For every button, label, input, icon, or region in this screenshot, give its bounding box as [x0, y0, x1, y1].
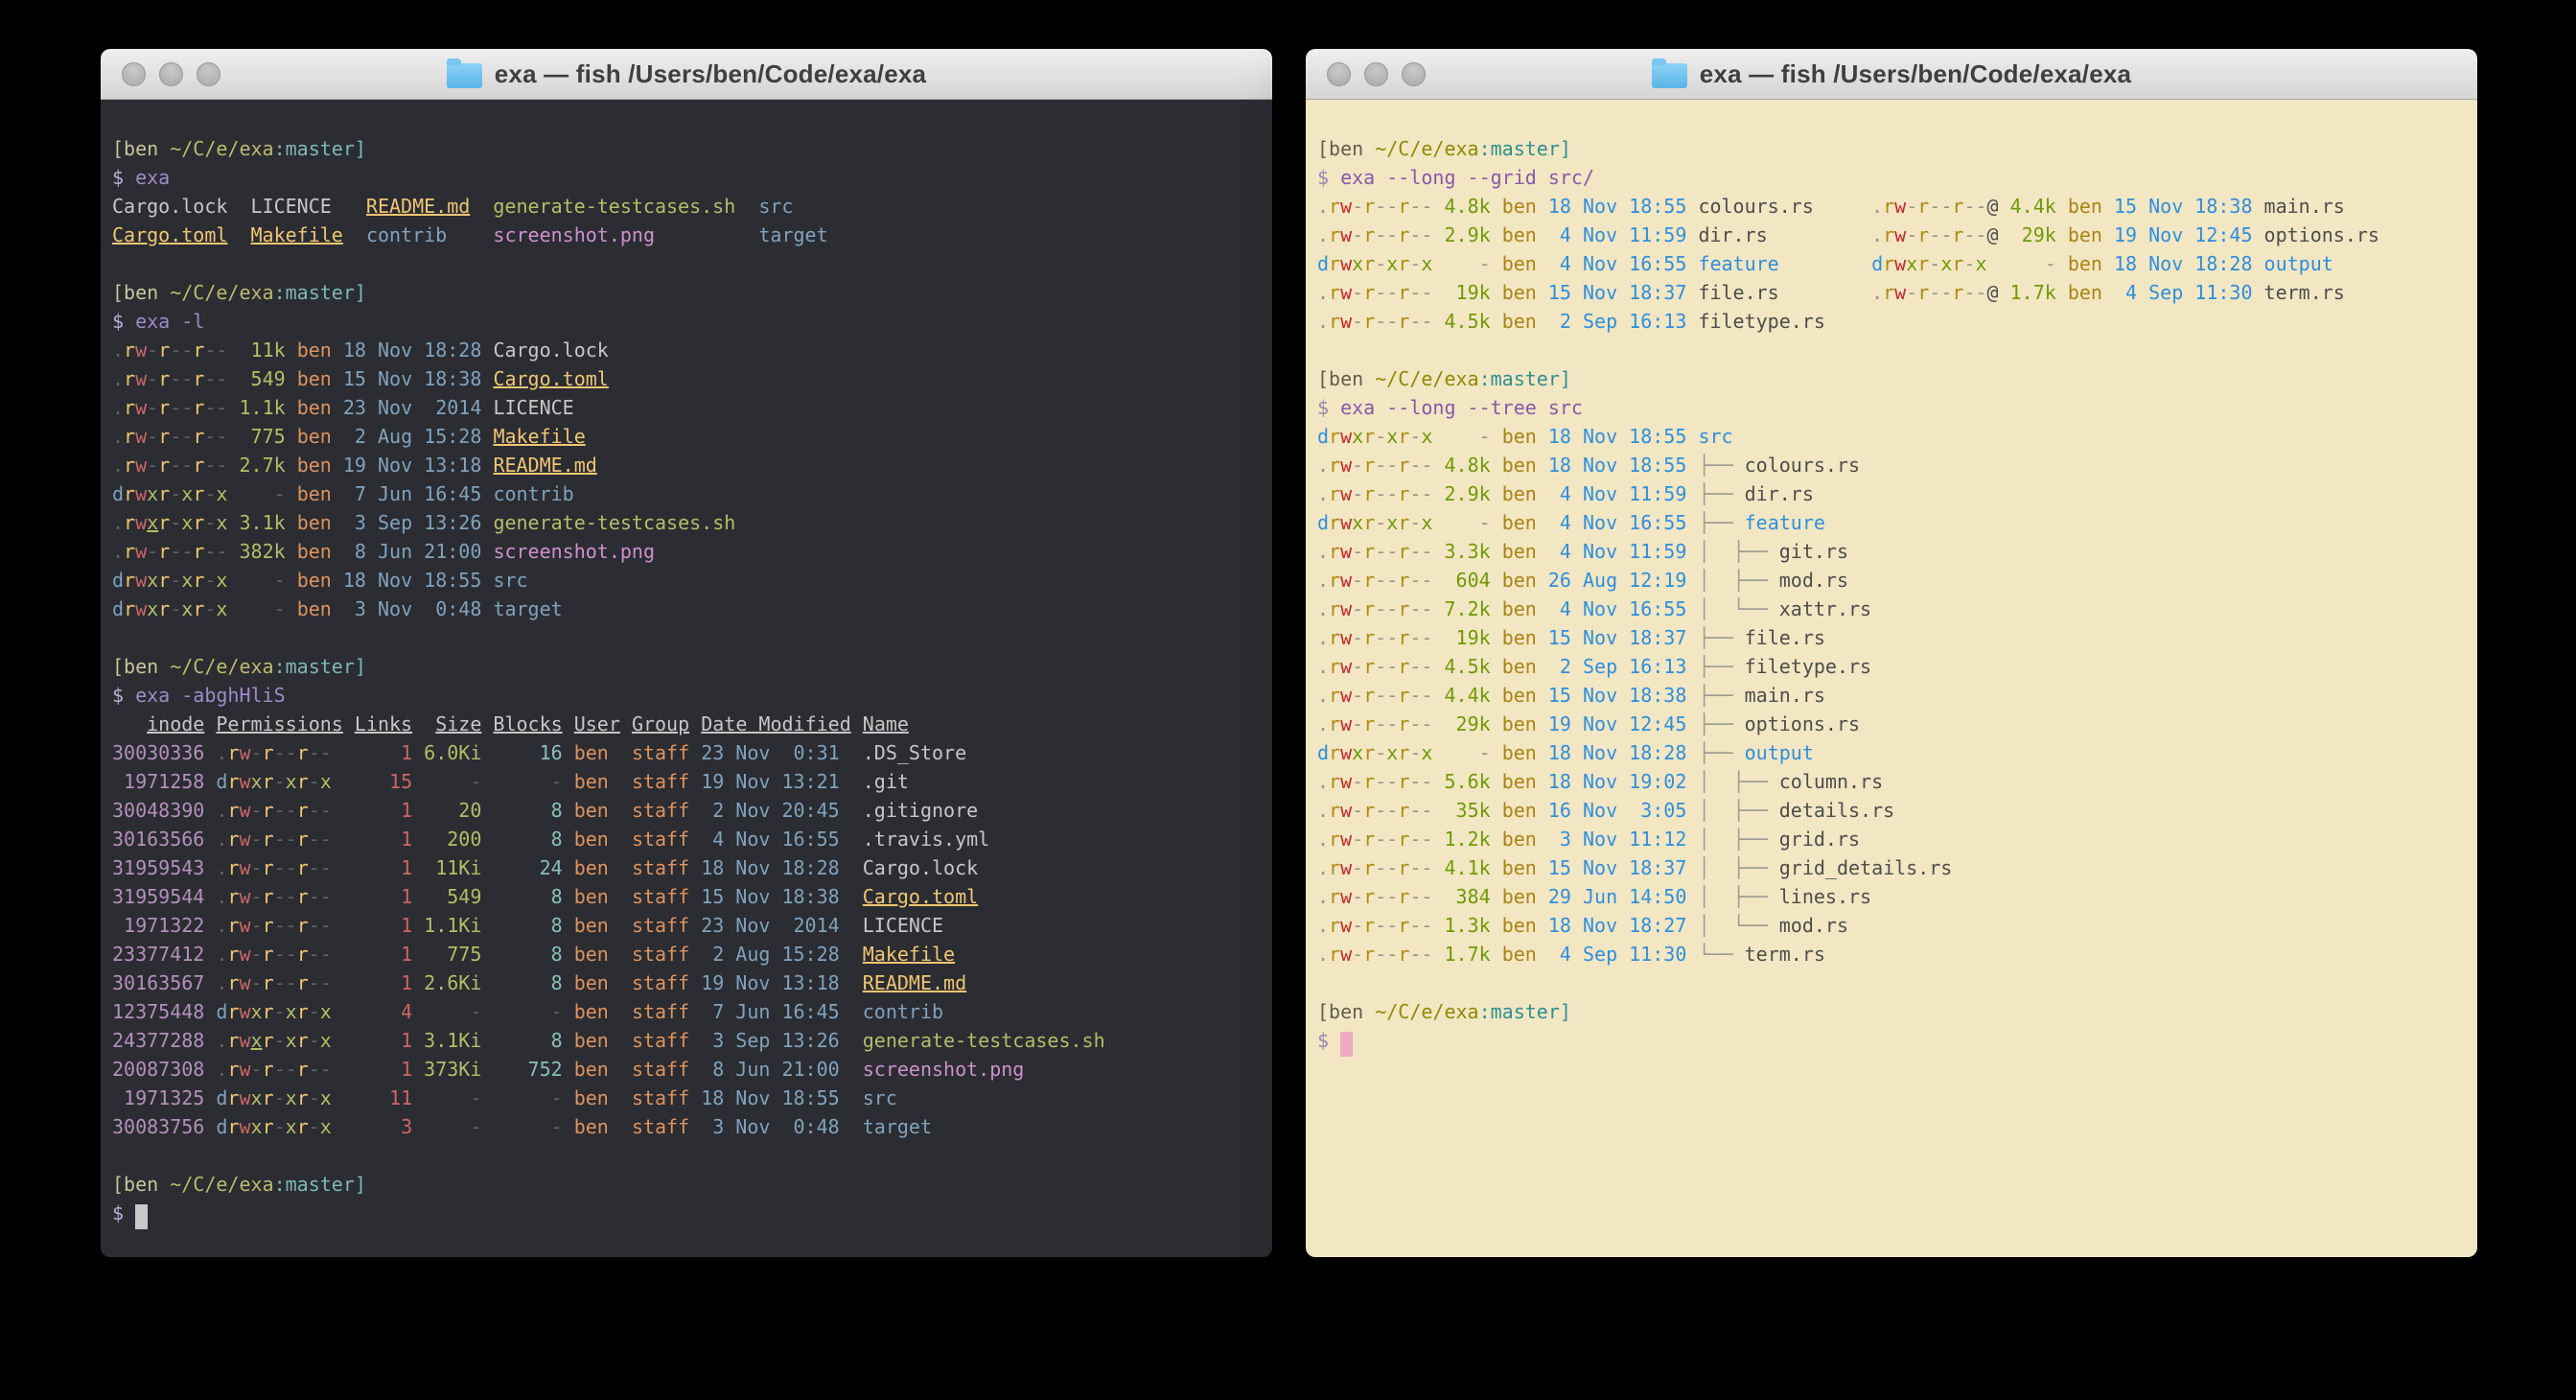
terminal-line: 12375448 drwxr-xr-x 4 - - ben staff 7 Ju…	[112, 997, 1272, 1026]
terminal-line: Cargo.lock LICENCE README.md generate-te…	[112, 192, 1272, 221]
terminal-line: [ben ~/C/e/exa:master]	[1317, 997, 2477, 1026]
terminal-cursor	[1340, 1032, 1353, 1057]
terminal-line	[112, 105, 1272, 134]
terminal-line: .rw-r--r-- 7.2k ben 4 Nov 16:55 │ └── xa…	[1317, 595, 2477, 623]
terminal-line: [ben ~/C/e/exa:master]	[112, 278, 1272, 307]
terminal-line: 23377412 .rw-r--r-- 1 775 8 ben staff 2 …	[112, 940, 1272, 968]
terminal-line: .rw-r--r-- 4.5k ben 2 Sep 16:13 filetype…	[1317, 307, 2477, 336]
terminal-line: .rwxr-xr-x 3.1k ben 3 Sep 13:26 generate…	[112, 508, 1272, 537]
window-title: exa — fish /Users/ben/Code/exa/exa	[1652, 59, 2131, 89]
terminal-line: .rw-r--r-- 384 ben 29 Jun 14:50 │ ├── li…	[1317, 882, 2477, 911]
terminal-line: .rw-r--r-- 382k ben 8 Jun 21:00 screensh…	[112, 537, 1272, 566]
terminal-line: 31959544 .rw-r--r-- 1 549 8 ben staff 15…	[112, 882, 1272, 911]
terminal-line: [ben ~/C/e/exa:master]	[1317, 134, 2477, 163]
terminal-line: Cargo.toml Makefile contrib screenshot.p…	[112, 221, 1272, 249]
zoom-button[interactable]	[197, 62, 220, 86]
folder-icon	[1652, 63, 1687, 88]
terminal-line: .rw-r--r-- 4.1k ben 15 Nov 18:37 │ ├── g…	[1317, 853, 2477, 882]
terminal-line: .rw-r--r-- 1.7k ben 4 Sep 11:30 └── term…	[1317, 940, 2477, 968]
folder-icon	[447, 63, 482, 88]
titlebar[interactable]: exa — fish /Users/ben/Code/exa/exa	[1306, 49, 2477, 100]
terminal-line: 30030336 .rw-r--r-- 1 6.0Ki 16 ben staff…	[112, 738, 1272, 767]
window-title-text: exa — fish /Users/ben/Code/exa/exa	[495, 59, 926, 89]
terminal-line: drwxr-xr-x - ben 4 Nov 16:55 feature drw…	[1317, 249, 2477, 278]
terminal-line: 20087308 .rw-r--r-- 1 373Ki 752 ben staf…	[112, 1055, 1272, 1084]
terminal-line: .rw-r--r-- 4.4k ben 15 Nov 18:38 ├── mai…	[1317, 681, 2477, 710]
terminal-line: inode Permissions Links Size Blocks User…	[112, 710, 1272, 738]
terminal-line: .rw-r--r-- 2.7k ben 19 Nov 13:18 README.…	[112, 451, 1272, 479]
terminal-line: $	[1317, 1026, 2477, 1055]
terminal-line: 24377288 .rwxr-xr-x 1 3.1Ki 8 ben staff …	[112, 1026, 1272, 1055]
terminal-line: .rw-r--r-- 2.9k ben 4 Nov 11:59 ├── dir.…	[1317, 479, 2477, 508]
terminal-line	[112, 1141, 1272, 1170]
terminal-line: .rw-r--r-- 2.9k ben 4 Nov 11:59 dir.rs .…	[1317, 221, 2477, 249]
terminal-line: .rw-r--r-- 5.6k ben 18 Nov 19:02 │ ├── c…	[1317, 767, 2477, 796]
desktop: { "colors": { "dark": { "bg":"#2b2d32", …	[0, 0, 2576, 1400]
terminal-line	[1317, 336, 2477, 364]
terminal-line: .rw-r--r-- 1.3k ben 18 Nov 18:27 │ └── m…	[1317, 911, 2477, 940]
terminal-line: 1971325 drwxr-xr-x 11 - - ben staff 18 N…	[112, 1084, 1272, 1112]
window-controls	[1327, 49, 1426, 99]
terminal-line: $ exa	[112, 163, 1272, 192]
terminal-line	[112, 623, 1272, 652]
close-button[interactable]	[122, 62, 146, 86]
terminal-line: .rw-r--r-- 4.8k ben 18 Nov 18:55 colours…	[1317, 192, 2477, 221]
terminal-content-dark[interactable]: [ben ~/C/e/exa:master]$ exaCargo.lock LI…	[101, 100, 1272, 1257]
terminal-line: .rw-r--r-- 775 ben 2 Aug 15:28 Makefile	[112, 422, 1272, 451]
window-controls	[122, 49, 220, 99]
titlebar[interactable]: exa — fish /Users/ben/Code/exa/exa	[101, 49, 1272, 100]
terminal-line: drwxr-xr-x - ben 18 Nov 18:55 src	[112, 566, 1272, 595]
terminal-line: .rw-r--r-- 1.1k ben 23 Nov 2014 LICENCE	[112, 393, 1272, 422]
terminal-line: .rw-r--r-- 549 ben 15 Nov 18:38 Cargo.to…	[112, 364, 1272, 393]
zoom-button[interactable]	[1402, 62, 1426, 86]
terminal-line: 30048390 .rw-r--r-- 1 20 8 ben staff 2 N…	[112, 796, 1272, 825]
terminal-line	[1317, 105, 2477, 134]
terminal-line: .rw-r--r-- 19k ben 15 Nov 18:37 ├── file…	[1317, 623, 2477, 652]
minimize-button[interactable]	[159, 62, 183, 86]
window-title-text: exa — fish /Users/ben/Code/exa/exa	[1700, 59, 2131, 89]
terminal-line: 1971322 .rw-r--r-- 1 1.1Ki 8 ben staff 2…	[112, 911, 1272, 940]
terminal-line: .rw-r--r-- 29k ben 19 Nov 12:45 ├── opti…	[1317, 710, 2477, 738]
terminal-line: $ exa -abghHliS	[112, 681, 1272, 710]
terminal-line: 31959543 .rw-r--r-- 1 11Ki 24 ben staff …	[112, 853, 1272, 882]
terminal-window-light: exa — fish /Users/ben/Code/exa/exa [ben …	[1306, 49, 2477, 1257]
terminal-line: [ben ~/C/e/exa:master]	[112, 134, 1272, 163]
terminal-line: 30083756 drwxr-xr-x 3 - - ben staff 3 No…	[112, 1112, 1272, 1141]
terminal-line: .rw-r--r-- 11k ben 18 Nov 18:28 Cargo.lo…	[112, 336, 1272, 364]
terminal-line: [ben ~/C/e/exa:master]	[1317, 364, 2477, 393]
terminal-line: 30163566 .rw-r--r-- 1 200 8 ben staff 4 …	[112, 825, 1272, 853]
terminal-line: .rw-r--r-- 604 ben 26 Aug 12:19 │ ├── mo…	[1317, 566, 2477, 595]
terminal-line: .rw-r--r-- 1.2k ben 3 Nov 11:12 │ ├── gr…	[1317, 825, 2477, 853]
terminal-line: $ exa --long --grid src/	[1317, 163, 2477, 192]
terminal-window-dark: exa — fish /Users/ben/Code/exa/exa [ben …	[101, 49, 1272, 1257]
terminal-line: 30163567 .rw-r--r-- 1 2.6Ki 8 ben staff …	[112, 968, 1272, 997]
terminal-line: [ben ~/C/e/exa:master]	[112, 1170, 1272, 1199]
terminal-content-light[interactable]: [ben ~/C/e/exa:master]$ exa --long --gri…	[1306, 100, 2477, 1257]
terminal-line: $ exa --long --tree src	[1317, 393, 2477, 422]
terminal-line: 1971258 drwxr-xr-x 15 - - ben staff 19 N…	[112, 767, 1272, 796]
terminal-line: .rw-r--r-- 3.3k ben 4 Nov 11:59 │ ├── gi…	[1317, 537, 2477, 566]
terminal-line: .rw-r--r-- 19k ben 15 Nov 18:37 file.rs …	[1317, 278, 2477, 307]
terminal-cursor	[135, 1204, 148, 1229]
terminal-line: drwxr-xr-x - ben 7 Jun 16:45 contrib	[112, 479, 1272, 508]
terminal-line: drwxr-xr-x - ben 4 Nov 16:55 ├── feature	[1317, 508, 2477, 537]
close-button[interactable]	[1327, 62, 1351, 86]
terminal-line: $ exa -l	[112, 307, 1272, 336]
terminal-line: drwxr-xr-x - ben 18 Nov 18:28 ├── output	[1317, 738, 2477, 767]
terminal-line: [ben ~/C/e/exa:master]	[112, 652, 1272, 681]
terminal-line: drwxr-xr-x - ben 3 Nov 0:48 target	[112, 595, 1272, 623]
terminal-line: .rw-r--r-- 35k ben 16 Nov 3:05 │ ├── det…	[1317, 796, 2477, 825]
terminal-line: $	[112, 1199, 1272, 1227]
terminal-line	[1317, 968, 2477, 997]
terminal-line: drwxr-xr-x - ben 18 Nov 18:55 src	[1317, 422, 2477, 451]
terminal-line: .rw-r--r-- 4.5k ben 2 Sep 16:13 ├── file…	[1317, 652, 2477, 681]
minimize-button[interactable]	[1364, 62, 1388, 86]
window-title: exa — fish /Users/ben/Code/exa/exa	[447, 59, 926, 89]
terminal-line	[112, 249, 1272, 278]
terminal-line: .rw-r--r-- 4.8k ben 18 Nov 18:55 ├── col…	[1317, 451, 2477, 479]
